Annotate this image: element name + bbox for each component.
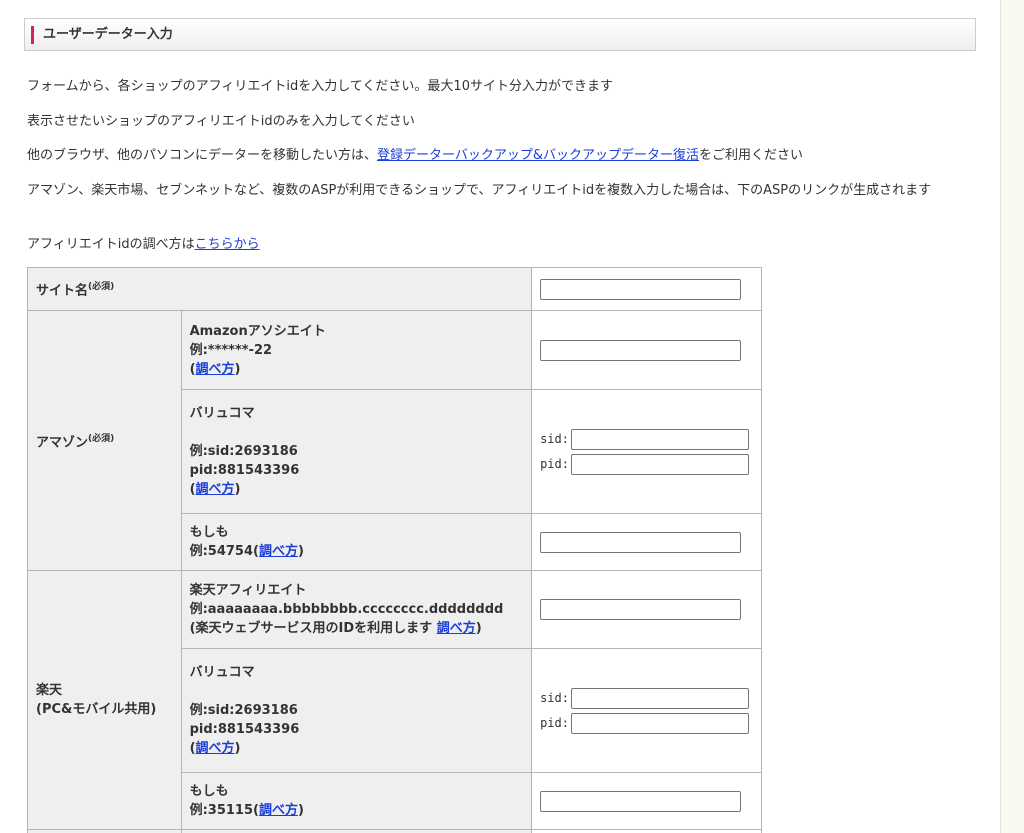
next-row-input-cell	[531, 829, 762, 833]
amazon-moshimo-example: 例:54754(	[189, 544, 259, 559]
amazon-label: アマゾン	[36, 435, 89, 451]
rakuten-valuecommerce-example-pid: pid:881543396	[189, 722, 300, 737]
amazon-valuecommerce-input-cell: sid: pid:	[531, 389, 762, 514]
page-right-margin	[1000, 0, 1024, 833]
rakuten-affiliate-howto-link[interactable]: 調べ方	[437, 621, 476, 636]
amazon-associate-howto-line: (調べ方)	[190, 360, 524, 379]
sid-label: sid:	[540, 432, 569, 446]
rakuten-valuecommerce-example-sid: 例:sid:2693186	[189, 703, 298, 718]
intro-text-5-pre: アフィリエイトidの調べ方は	[27, 237, 195, 252]
paren-close: )	[234, 482, 241, 497]
intro-text-1: フォームから、各ショップのアフィリエイトidを入力してください。最大10サイト分…	[27, 79, 613, 94]
rakuten-affiliate-input-cell	[531, 570, 762, 649]
paren-close: )	[297, 544, 304, 559]
rakuten-moshimo-desc: もしも 例:35115(調べ方)	[180, 772, 533, 830]
backup-restore-link[interactable]: 登録データーバックアップ&バックアップデーター復活	[377, 148, 699, 163]
paren-close: )	[234, 741, 241, 756]
amazon-valuecommerce-howto-link[interactable]: 調べ方	[196, 482, 235, 497]
rakuten-valuecommerce-name: バリュコマ	[189, 665, 255, 680]
rakuten-moshimo-howto-link[interactable]: 調べ方	[259, 803, 298, 818]
rakuten-moshimo-example: 例:35115(	[189, 803, 259, 818]
amazon-moshimo-howto-link[interactable]: 調べ方	[259, 544, 298, 559]
amazon-moshimo-howto-line: 例:54754(調べ方)	[190, 542, 524, 561]
rakuten-moshimo-name: もしも	[189, 784, 229, 799]
sid-label: sid:	[540, 691, 569, 705]
rakuten-affiliate-row: 楽天 (PC&モバイル共用) 楽天アフィリエイト 例:aaaaaaaa.bbbb…	[27, 570, 762, 830]
amazon-valuecommerce-sid-input[interactable]	[570, 428, 749, 450]
rakuten-affiliate-input[interactable]	[540, 599, 742, 620]
intro-text-2: 表示させたいショップのアフィリエイトidのみを入力してください	[27, 114, 415, 129]
amazon-moshimo-input-cell	[531, 513, 762, 571]
rakuten-valuecommerce-sid-input[interactable]	[570, 687, 749, 709]
rakuten-affiliate-note-line: (楽天ウェブサービス用のIDを利用します 調べ方)	[190, 619, 524, 638]
intro-text-4: アマゾン、楽天市場、セブンネットなど、複数のASPが利用できるショップで、アフィ…	[27, 183, 932, 198]
page: ユーザーデーター入力 フォームから、各ショップのアフィリエイトidを入力してくだ…	[0, 0, 1024, 833]
section-header: ユーザーデーター入力	[24, 18, 976, 51]
rakuten-moshimo-input[interactable]	[540, 790, 742, 812]
amazon-moshimo-input[interactable]	[540, 531, 742, 553]
rakuten-moshimo-howto-line: 例:35115(調べ方)	[190, 801, 524, 820]
amazon-valuecommerce-howto-line: (調べ方)	[190, 480, 524, 499]
next-row-label-cell	[27, 829, 182, 833]
amazon-associate-input-cell	[531, 310, 762, 390]
amazon-associate-name: Amazonアソシエイト	[189, 323, 326, 339]
paren-close: )	[234, 361, 241, 377]
intro-text-5: アフィリエイトidの調べ方はこちらから	[27, 235, 977, 254]
intro-text-3: 他のブラウザ、他のパソコンにデーターを移動したい方は、登録データーバックアップ&…	[27, 146, 977, 165]
amazon-associate-row: アマゾン(必須) Amazonアソシエイト 例:******-22 (調べ方)	[27, 310, 762, 571]
site-name-row: サイト名(必須)	[26, 267, 762, 311]
header-accent-bar	[31, 26, 34, 44]
rakuten-valuecommerce-pid-row: pid:	[540, 712, 753, 734]
paren-close: )	[297, 803, 304, 818]
amazon-label-cell: アマゾン(必須)	[27, 310, 182, 571]
pid-label: pid:	[540, 716, 569, 730]
rakuten-label: 楽天	[36, 683, 63, 698]
amazon-associate-desc: Amazonアソシエイト 例:******-22 (調べ方)	[180, 310, 533, 390]
rakuten-label-cell: 楽天 (PC&モバイル共用)	[27, 570, 182, 830]
amazon-valuecommerce-pid-row: pid:	[540, 453, 753, 475]
amazon-associate-example: 例:******-22	[189, 342, 273, 358]
amazon-associate-input[interactable]	[540, 339, 742, 361]
intro-text-3-post: をご利用ください	[698, 148, 803, 163]
required-mark: (必須)	[88, 282, 115, 293]
site-name-input[interactable]	[540, 278, 742, 300]
intro-text-3-pre: 他のブラウザ、他のパソコンにデーターを移動したい方は、	[27, 148, 377, 163]
amazon-associate-howto-link[interactable]: 調べ方	[196, 362, 235, 377]
amazon-valuecommerce-pid-input[interactable]	[570, 453, 749, 475]
page-title: ユーザーデーター入力	[43, 27, 173, 42]
site-name-label: サイト名	[36, 283, 89, 299]
site-name-input-cell	[531, 267, 762, 311]
amazon-valuecommerce-example-sid: 例:sid:2693186	[189, 444, 298, 459]
next-row-desc-cell	[180, 829, 533, 833]
affiliate-id-form: サイト名(必須) アマゾン(必須) Amazonアソシエイト 例:******-…	[26, 267, 762, 833]
pid-label: pid:	[540, 457, 569, 471]
howto-link[interactable]: こちらから	[195, 237, 260, 252]
rakuten-moshimo-input-cell	[531, 772, 762, 830]
rakuten-valuecommerce-desc: バリュコマ 例:sid:2693186 pid:881543396 (調べ方)	[180, 648, 533, 773]
rakuten-affiliate-desc: 楽天アフィリエイト 例:aaaaaaaa.bbbbbbbb.cccccccc.d…	[180, 570, 533, 649]
amazon-valuecommerce-name: バリュコマ	[189, 406, 255, 421]
amazon-valuecommerce-sid-row: sid:	[540, 428, 753, 450]
rakuten-affiliate-example: 例:aaaaaaaa.bbbbbbbb.cccccccc.dddddddd	[189, 602, 504, 617]
paren-close: )	[475, 621, 482, 636]
next-row	[27, 829, 762, 833]
amazon-moshimo-name: もしも	[189, 525, 229, 540]
amazon-moshimo-desc: もしも 例:54754(調べ方)	[180, 513, 533, 571]
rakuten-affiliate-note: (楽天ウェブサービス用のIDを利用します	[189, 621, 437, 636]
required-mark: (必須)	[88, 433, 115, 444]
rakuten-valuecommerce-howto-link[interactable]: 調べ方	[196, 741, 235, 756]
rakuten-valuecommerce-pid-input[interactable]	[570, 712, 749, 734]
site-name-label-cell: サイト名(必須)	[26, 267, 533, 311]
rakuten-label-sub: (PC&モバイル共用)	[36, 702, 157, 717]
rakuten-valuecommerce-input-cell: sid: pid:	[531, 648, 762, 773]
rakuten-valuecommerce-howto-line: (調べ方)	[190, 739, 524, 758]
amazon-valuecommerce-desc: バリュコマ 例:sid:2693186 pid:881543396 (調べ方)	[180, 389, 533, 514]
amazon-valuecommerce-example-pid: pid:881543396	[189, 463, 300, 478]
rakuten-affiliate-name: 楽天アフィリエイト	[189, 583, 307, 598]
rakuten-valuecommerce-sid-row: sid:	[540, 687, 753, 709]
